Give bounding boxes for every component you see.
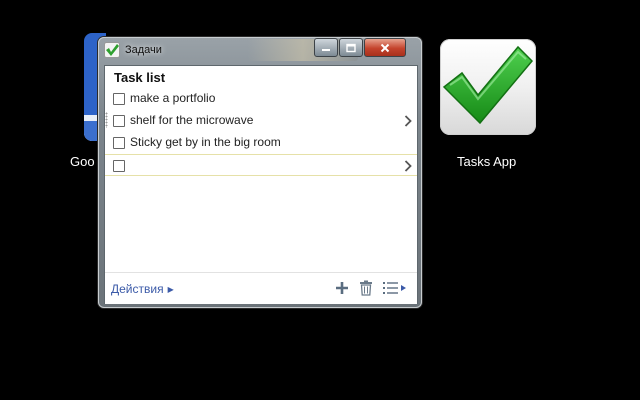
app-checkmark-icon (104, 42, 120, 58)
task-list-title: Task list (114, 70, 166, 85)
triangle-right-icon: ▶ (167, 285, 174, 294)
task-text[interactable]: make a portfolio (130, 91, 215, 105)
task-checkbox[interactable] (113, 137, 125, 149)
title-bar[interactable]: Задачи (98, 37, 422, 63)
task-row[interactable]: make a portfolio (105, 88, 417, 110)
tasks-window: Задачи Task list make a portfolio shelf … (98, 37, 422, 308)
google-app-label[interactable]: Goo (70, 154, 95, 169)
add-task-icon[interactable] (335, 281, 349, 295)
tasks-app-icon[interactable] (440, 39, 536, 135)
close-button[interactable] (364, 38, 406, 57)
trash-icon[interactable] (359, 280, 373, 296)
tasks-app-label[interactable]: Tasks App (457, 154, 516, 169)
actions-label: Действия (111, 282, 164, 296)
checkmark-icon (442, 45, 534, 125)
chevron-right-icon[interactable] (403, 114, 413, 128)
drag-handle[interactable] (105, 112, 108, 128)
chevron-right-icon[interactable] (403, 159, 413, 173)
task-row-new[interactable] (105, 154, 417, 176)
task-list-panel: Task list make a portfolio shelf for the… (104, 65, 418, 304)
maximize-icon (346, 43, 356, 52)
list-menu-icon[interactable] (383, 281, 407, 295)
task-text[interactable]: shelf for the microwave (130, 113, 253, 127)
actions-menu-link[interactable]: Действия ▶ (111, 282, 174, 296)
window-title: Задачи (125, 44, 162, 56)
task-list-footer: Действия ▶ (105, 272, 417, 304)
maximize-button[interactable] (339, 38, 363, 57)
task-text[interactable]: Sticky get by in the big room (130, 135, 281, 149)
task-checkbox[interactable] (113, 93, 125, 105)
task-row[interactable]: Sticky get by in the big room (105, 132, 417, 154)
minimize-icon (322, 48, 330, 51)
task-checkbox[interactable] (113, 160, 125, 172)
task-row[interactable]: shelf for the microwave (105, 110, 417, 132)
minimize-button[interactable] (314, 38, 338, 57)
close-icon (380, 43, 390, 52)
task-checkbox[interactable] (113, 115, 125, 127)
